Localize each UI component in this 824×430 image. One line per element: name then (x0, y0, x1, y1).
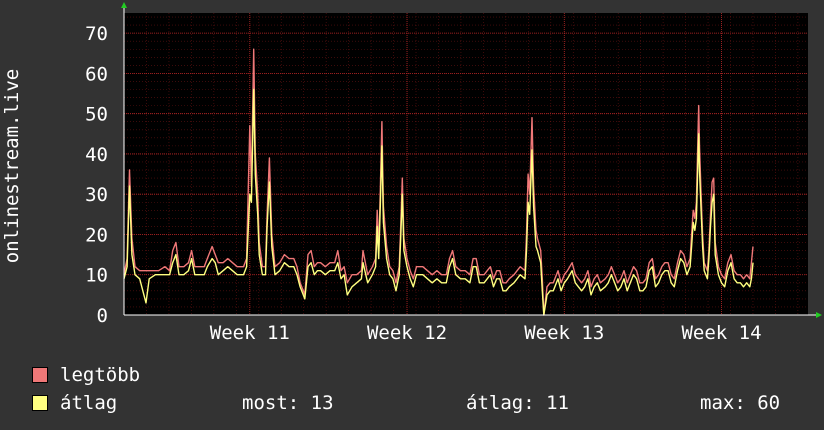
y-tick-label: 20 (85, 224, 108, 246)
stat-avg: átlag: 11 (466, 392, 569, 414)
chart-area: 0 10 20 30 40 50 60 70 Week 11 Week 12 Week 13 Week… (1, 2, 822, 344)
legend-item-max: legtöbb (32, 364, 140, 386)
y-tick-label: 60 (85, 63, 108, 85)
y-tick-label: 30 (85, 184, 108, 206)
y-tick-label: 10 (85, 265, 108, 287)
legend-swatch-avg (32, 395, 48, 411)
legend-item-avg: átlag (32, 392, 117, 414)
x-tick-label: Week 11 (210, 322, 290, 344)
y-tick-label: 40 (85, 144, 108, 166)
legend-swatch-max (32, 367, 48, 383)
plot-background (124, 13, 808, 315)
stat-max: max: 60 (700, 392, 781, 414)
y-axis-arrow (121, 2, 127, 8)
y-tick-label: 70 (85, 23, 108, 45)
x-axis-arrow (816, 312, 822, 318)
y-tick-label: 0 (97, 305, 108, 327)
x-tick-label: Week 14 (681, 322, 761, 344)
y-tick-label: 50 (85, 104, 108, 126)
x-tick-label: Week 13 (524, 322, 604, 344)
stat-now: most: 13 (242, 392, 334, 414)
legend-label-avg: átlag (60, 392, 118, 414)
legend-label-max: legtöbb (60, 364, 141, 386)
x-tick-label: Week 12 (367, 322, 447, 344)
y-axis-label: onlinestream.live (1, 69, 23, 263)
